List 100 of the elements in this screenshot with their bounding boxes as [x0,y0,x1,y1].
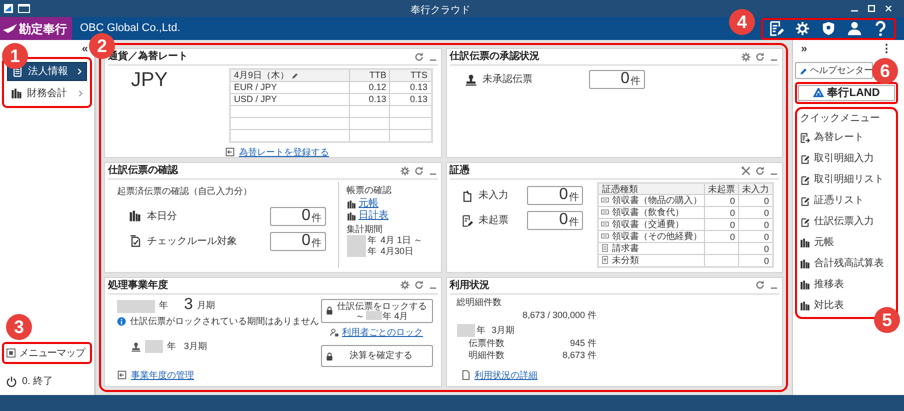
refresh-icon[interactable] [755,166,765,176]
user-lock-link[interactable]: 利用者ごとのロック [342,326,423,340]
document-icon [460,190,472,202]
land-logo-icon [813,88,824,98]
table-cell: 0.12 [349,82,390,94]
period-unit: 月期 [196,299,215,312]
year-label: 年 [167,340,176,354]
power-icon[interactable] [6,376,17,387]
nav-item[interactable]: 法人情報 [7,62,87,81]
refresh-icon[interactable] [414,52,424,62]
settings-icon[interactable] [400,280,410,290]
return-icon [225,147,235,158]
collapse-button[interactable]: « [82,44,88,57]
register-rate-link[interactable]: 為替レートを登録する [239,146,329,158]
table-cell: 領収書（交通費） [598,218,704,231]
quick-menu-title: クイックメニュー [799,112,881,126]
quick-menu-item[interactable]: 為替レート [797,127,896,148]
document-list-icon [800,132,810,142]
books-icon [800,258,810,268]
table-cell: 0 [704,206,738,219]
redacted-block [145,340,163,354]
refresh-icon[interactable] [414,166,424,176]
document-icon [601,256,609,264]
lock-button[interactable]: 仕訳伝票をロックする ～ 年 4月 [320,298,432,323]
exit-link[interactable]: 0. 終了 [22,374,54,389]
callout-number: 1 [2,43,28,69]
refresh-icon[interactable] [755,280,765,290]
help-icon[interactable] [873,21,888,36]
document-edit-icon [800,196,810,206]
shield-icon[interactable] [821,21,836,36]
section-label: 起票済伝票の確認（自己入力分） [117,185,253,198]
count-field: 0件 [527,186,583,206]
close-icon[interactable] [885,5,892,12]
usage-detail-link[interactable]: 利用状況の詳細 [474,368,538,382]
lock-icon [324,352,334,361]
quick-menu-item[interactable]: 取引明細入力 [797,148,896,169]
tools-icon[interactable] [741,166,751,176]
table-cell: 領収書（飲食代） [598,206,704,219]
fiscal-year-link[interactable]: 事業年度の管理 [131,368,194,382]
column-header: 未起票 [704,183,738,195]
help-center-button[interactable]: ヘルプセンター [795,62,873,79]
table-cell: 0 [738,206,773,219]
counter-label: 未入力 [478,188,508,204]
lock-notice: 仕訳伝票がロックされている期間はありません [130,314,319,328]
books-icon [800,238,810,248]
close-books-button[interactable]: 決算を確定する [320,345,432,368]
table-cell: USD / JPY [230,94,350,106]
callout-number: 6 [872,58,898,84]
land-button[interactable]: 奉行LAND [798,85,895,101]
document-edit-icon [800,216,810,226]
refresh-icon[interactable] [755,52,765,62]
stat-label: 総明細件数 [456,296,502,308]
nav-item[interactable]: 財務会計 [7,84,87,103]
column-header: 証憑種類 [598,183,704,195]
bird-icon [3,24,17,34]
redacted-block [456,324,474,337]
more-button[interactable]: ⋮ [881,44,892,58]
quick-menu-item[interactable]: 元帳 [797,232,896,253]
user-icon[interactable] [847,21,862,36]
panel-title: 利用状況 [450,278,490,293]
stamp-icon [464,74,476,86]
report-link[interactable]: 日計表 [358,210,388,222]
return-icon [117,370,127,380]
window-title: 奉行クラウド [410,4,470,16]
document-edit-icon[interactable] [769,21,784,36]
count-field: 0件 [270,206,326,226]
column-header: TTS [390,69,432,82]
product-logo[interactable]: 勘定奉行 [0,17,72,40]
table-cell: 0 [738,218,773,231]
maximize-icon[interactable] [868,5,875,12]
count-field: 0件 [270,232,326,251]
settings-icon[interactable] [400,166,410,176]
quick-menu-item[interactable]: 仕訳伝票入力 [797,211,896,232]
report-link[interactable]: 元帳 [358,198,378,210]
table-cell: 請求書 [598,242,704,255]
stat-value: 8,673 件 [562,350,596,362]
pencil-icon[interactable] [291,72,298,79]
document-edit-icon [460,214,472,227]
receipt-icon [601,208,609,216]
section-label: 集計期間 [346,224,384,236]
window-icon [18,4,30,13]
refresh-icon[interactable] [414,280,424,290]
receipt-icon [601,232,609,240]
settings-icon[interactable] [741,52,751,62]
quick-menu-item[interactable]: 推移表 [797,274,896,295]
quick-menu-item[interactable]: 取引明細リスト [797,169,896,190]
chevron-icon [78,90,83,97]
quick-menu-item[interactable]: 合計残高試算表 [797,253,896,274]
callout-number: 5 [874,307,900,333]
count-field: 0件 [588,70,644,89]
expand-button[interactable]: » [801,44,808,58]
document-edit-icon [800,154,810,164]
table-cell: 0 [704,194,738,207]
quick-menu-item[interactable]: 証憑リスト [797,190,896,211]
panel-title: 仕訳伝票の承認状況 [450,50,540,64]
year-label: 年 [476,324,486,337]
stamp-icon [131,342,141,352]
table-cell: 0.13 [390,82,432,94]
menu-map-link[interactable]: メニューマップ [19,346,85,360]
counter-label: 本日分 [147,210,177,224]
